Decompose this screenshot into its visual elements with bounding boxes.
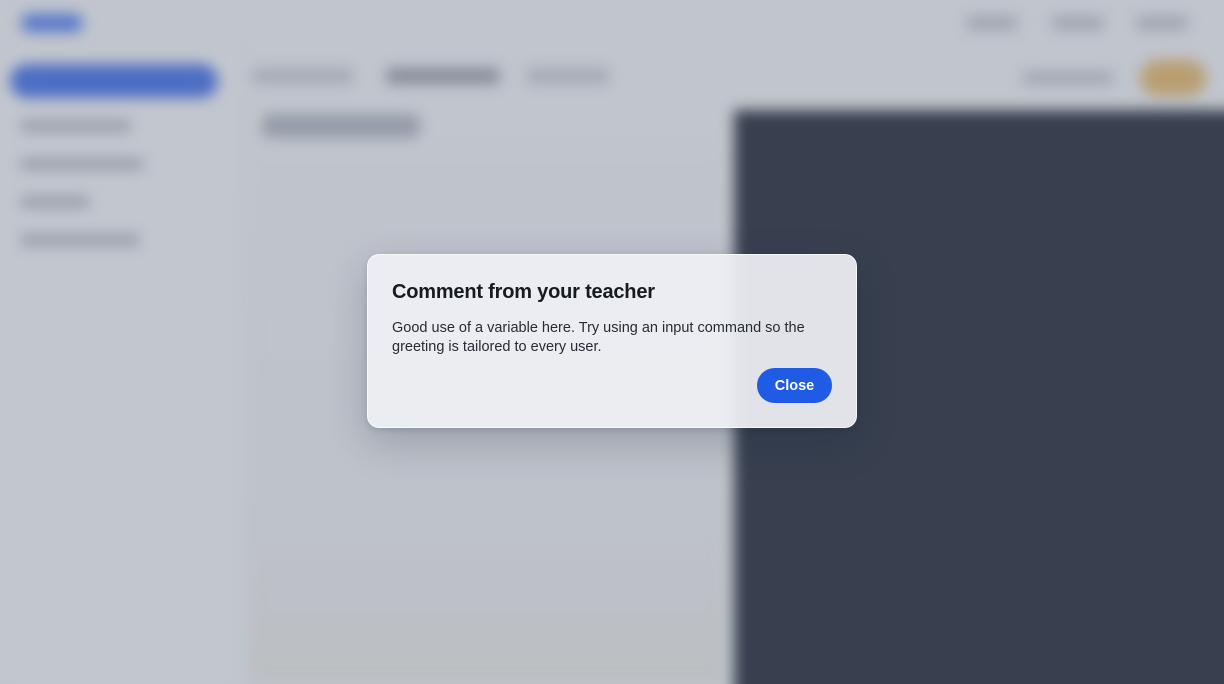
teacher-comment-dialog: Comment from your teacher Good use of a … [367, 254, 857, 428]
dialog-message: Good use of a variable here. Try using a… [392, 320, 805, 355]
close-button[interactable]: Close [757, 368, 832, 403]
dialog-title: Comment from your teacher [392, 281, 655, 303]
page: Comment from your teacher Good use of a … [0, 0, 1224, 684]
